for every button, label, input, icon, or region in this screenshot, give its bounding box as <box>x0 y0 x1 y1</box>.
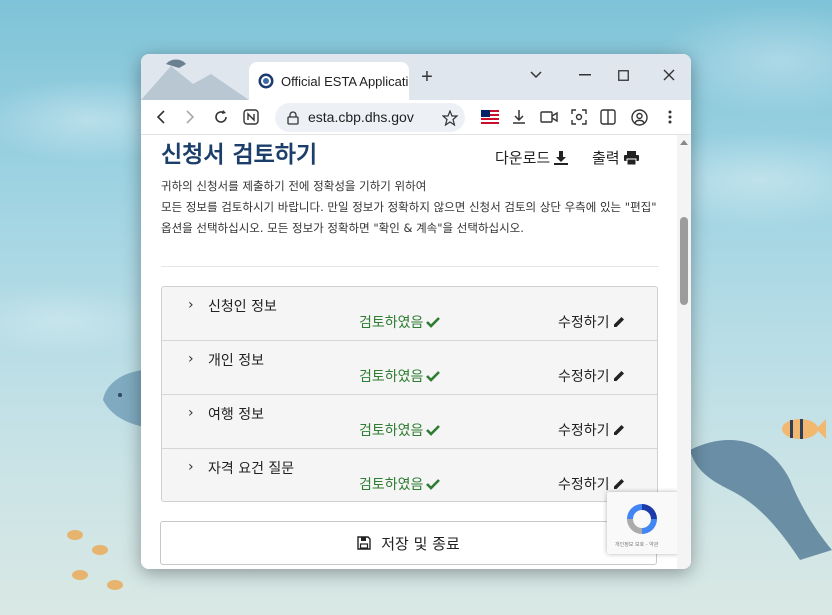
pencil-icon <box>613 371 624 381</box>
download-label: 다운로드 <box>495 149 551 167</box>
address-bar[interactable]: esta.cbp.dhs.gov <box>275 103 465 132</box>
section-row-eligibility[interactable]: › 자격 요건 질문 검토하였음 수정하기 <box>162 449 657 503</box>
pencil-icon <box>613 317 624 327</box>
section-label: 자격 요건 질문 <box>208 461 295 477</box>
dhs-seal-icon <box>258 73 274 89</box>
tab-title: Official ESTA Applicati <box>281 73 409 89</box>
printer-icon <box>623 150 639 165</box>
scroll-thumb[interactable] <box>680 217 688 305</box>
video-camera-icon[interactable] <box>537 105 561 129</box>
browser-toolbar: esta.cbp.dhs.gov <box>141 100 691 135</box>
close-icon[interactable] <box>658 64 680 86</box>
extension-n-icon[interactable] <box>239 105 263 129</box>
minimize-icon[interactable] <box>574 64 596 86</box>
checkmark-icon <box>426 425 441 436</box>
section-status: 검토하였음 <box>359 366 441 386</box>
divider <box>161 266 659 267</box>
url-text: esta.cbp.dhs.gov <box>308 109 414 125</box>
download-icon <box>554 150 569 165</box>
review-sections-panel: › 신청인 정보 검토하였음 수정하기 › 개인 정보 검토하였음 수정하기 ›… <box>161 286 658 502</box>
bookmark-star-icon[interactable] <box>442 110 458 126</box>
checkmark-icon <box>426 371 441 382</box>
print-label: 출력 <box>592 149 620 167</box>
maximize-icon[interactable] <box>612 64 634 86</box>
reload-icon[interactable] <box>209 105 233 129</box>
page-content: 신청서 검토하기 다운로드 출력 귀하의 신청서를 제출하기 전에 정확성을 기… <box>141 135 691 569</box>
tab-esta[interactable]: Official ESTA Applicati <box>249 62 409 100</box>
chevron-right-icon: › <box>188 459 194 475</box>
fish-school-illustration <box>67 530 123 590</box>
kebab-menu-icon[interactable] <box>658 105 682 129</box>
side-panel-icon[interactable] <box>596 105 620 129</box>
page-title: 신청서 검토하기 <box>161 142 318 168</box>
tab-strip: Official ESTA Applicati + <box>141 54 691 100</box>
checkmark-icon <box>426 317 441 328</box>
fish-illustration <box>782 419 826 439</box>
description-line-1: 귀하의 신청서를 제출하기 전에 정확성을 기하기 위하여 <box>161 179 427 193</box>
chevron-right-icon: › <box>188 351 194 367</box>
section-status: 검토하였음 <box>359 420 441 440</box>
flag-extension-icon[interactable] <box>478 105 502 129</box>
pencil-icon <box>613 425 624 435</box>
section-status: 검토하였음 <box>359 312 441 332</box>
site-info-icon[interactable] <box>287 111 299 125</box>
section-label: 개인 정보 <box>208 353 264 369</box>
recaptcha-badge[interactable]: 개인정보 보호 - 약관 <box>607 492 679 554</box>
tab-search-chevron-icon[interactable] <box>525 64 547 86</box>
section-status: 검토하였음 <box>359 474 441 494</box>
recaptcha-logo-icon <box>627 504 657 534</box>
download-icon[interactable] <box>507 105 531 129</box>
section-row-personal[interactable]: › 개인 정보 검토하였음 수정하기 <box>162 341 657 395</box>
save-and-exit-button[interactable]: 저장 및 종료 <box>160 521 657 565</box>
scrollbar[interactable] <box>677 135 691 569</box>
edit-link[interactable]: 수정하기 <box>558 366 625 386</box>
edit-link[interactable]: 수정하기 <box>558 474 625 494</box>
tab-theme-decoration <box>141 59 249 100</box>
checkmark-icon <box>426 479 441 490</box>
chevron-right-icon: › <box>188 405 194 421</box>
print-link[interactable]: 출력 <box>592 147 639 168</box>
download-link[interactable]: 다운로드 <box>495 147 569 168</box>
browser-window: Official ESTA Applicati + esta.cbp.dhs.g… <box>141 54 691 569</box>
new-tab-button[interactable]: + <box>416 67 438 89</box>
save-and-exit-label: 저장 및 종료 <box>381 534 460 553</box>
scroll-up-arrow-icon[interactable] <box>680 139 688 145</box>
description-line-2: 모든 정보를 검토하시기 바랍니다. 만일 정보가 정확하지 않으면 신청서 검… <box>161 200 657 235</box>
chevron-right-icon: › <box>188 297 194 313</box>
recaptcha-terms[interactable]: 개인정보 보호 - 약관 <box>615 541 658 548</box>
section-label: 여행 정보 <box>208 407 264 423</box>
section-row-applicant[interactable]: › 신청인 정보 검토하였음 수정하기 <box>162 287 657 341</box>
back-arrow-icon[interactable] <box>149 105 173 129</box>
edit-link[interactable]: 수정하기 <box>558 420 625 440</box>
edit-link[interactable]: 수정하기 <box>558 312 625 332</box>
pencil-icon <box>613 479 624 489</box>
section-label: 신청인 정보 <box>208 299 277 315</box>
profile-avatar-icon[interactable] <box>627 105 651 129</box>
page-description: 귀하의 신청서를 제출하기 전에 정확성을 기하기 위하여 모든 정보를 검토하… <box>161 176 665 239</box>
screenshot-icon[interactable] <box>567 105 591 129</box>
section-row-travel[interactable]: › 여행 정보 검토하였음 수정하기 <box>162 395 657 449</box>
floppy-disk-icon <box>357 536 371 550</box>
forward-arrow-icon[interactable] <box>178 105 202 129</box>
